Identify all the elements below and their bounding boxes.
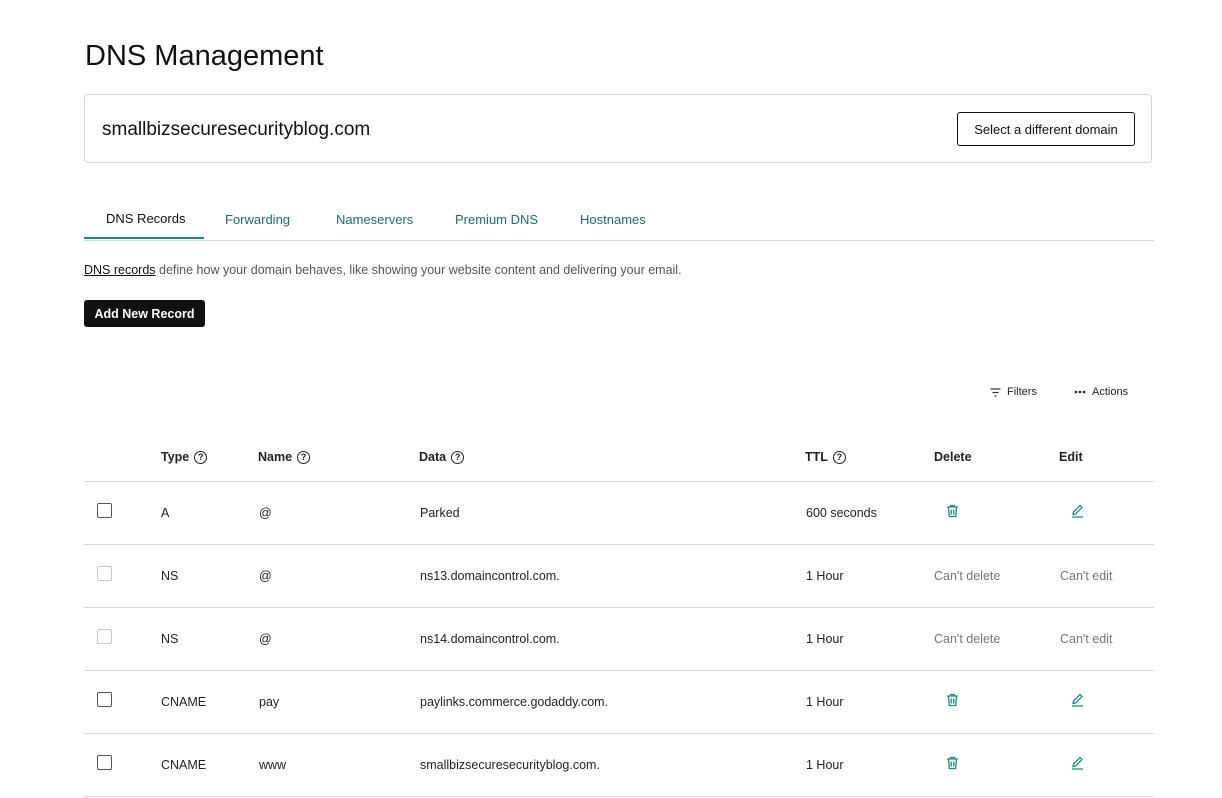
header-data: Data?	[419, 450, 465, 464]
delete-button[interactable]	[946, 693, 959, 712]
cant-delete-label: Can't delete	[934, 569, 1001, 583]
tab-dns-records[interactable]: DNS Records	[106, 211, 185, 226]
dns-description: DNS records define how your domain behav…	[84, 263, 682, 277]
row-checkbox-disabled	[97, 629, 112, 644]
record-ttl: 1 Hour	[806, 632, 844, 646]
record-ttl: 600 seconds	[806, 506, 877, 520]
delete-button[interactable]	[946, 504, 959, 523]
tab-bar: DNS Records Forwarding Nameservers Premi…	[84, 199, 1154, 241]
row-checkbox[interactable]	[97, 692, 112, 707]
pencil-icon	[1072, 693, 1083, 707]
actions-label: Actions	[1092, 386, 1129, 398]
tab-hostnames[interactable]: Hostnames	[580, 212, 646, 227]
more-horizontal-icon	[1074, 390, 1086, 394]
dns-records-table: Type? Name? Data? TTL? Delete Edit A @ P…	[84, 438, 1154, 797]
record-data: Parked	[420, 506, 460, 520]
row-checkbox-disabled	[97, 566, 112, 581]
active-tab-indicator	[84, 237, 204, 239]
row-checkbox[interactable]	[97, 755, 112, 770]
record-name: www	[259, 758, 287, 772]
header-ttl: TTL?	[805, 450, 846, 464]
record-name: @	[259, 506, 272, 520]
record-data: ns14.domaincontrol.com.	[420, 632, 560, 646]
cant-edit-label: Can't edit	[1060, 569, 1113, 583]
record-ttl: 1 Hour	[806, 695, 844, 709]
pencil-icon	[1072, 756, 1083, 770]
table-row: NS @ ns13.domaincontrol.com. 1 Hour Can'…	[84, 545, 1154, 608]
record-data: ns13.domaincontrol.com.	[420, 569, 560, 583]
filters-label: Filters	[1007, 386, 1037, 398]
page-title: DNS Management	[85, 40, 324, 72]
header-ttl-label: TTL	[805, 450, 828, 464]
edit-button[interactable]	[1071, 504, 1084, 523]
description-text: define how your domain behaves, like sho…	[155, 263, 682, 277]
record-type: NS	[161, 632, 179, 646]
row-checkbox[interactable]	[97, 503, 112, 518]
record-name: @	[259, 632, 272, 646]
filter-icon	[990, 387, 1001, 397]
tab-premium-dns[interactable]: Premium DNS	[455, 212, 538, 227]
trash-icon	[947, 504, 958, 518]
delete-button[interactable]	[946, 756, 959, 775]
record-data: paylinks.commerce.godaddy.com.	[420, 695, 609, 709]
add-new-record-button[interactable]: Add New Record	[84, 300, 205, 327]
domain-card: smallbizsecuresecurityblog.com Select a …	[84, 94, 1152, 163]
edit-button[interactable]	[1071, 693, 1084, 712]
header-name: Name?	[258, 450, 311, 464]
record-name: @	[259, 569, 272, 583]
actions-button[interactable]: Actions	[1074, 386, 1128, 398]
filters-button[interactable]: Filters	[990, 386, 1037, 398]
table-row: CNAME pay paylinks.commerce.godaddy.com.…	[84, 671, 1154, 734]
record-name: pay	[259, 695, 280, 709]
help-icon[interactable]: ?	[832, 450, 846, 464]
cant-delete-label: Can't delete	[934, 632, 1001, 646]
record-type: A	[161, 506, 170, 520]
table-row: A @ Parked 600 seconds	[84, 482, 1154, 545]
cant-edit-label: Can't edit	[1060, 632, 1113, 646]
header-data-label: Data	[419, 450, 447, 464]
tab-nameservers[interactable]: Nameservers	[336, 212, 413, 227]
record-type: CNAME	[161, 758, 207, 772]
record-data: smallbizsecuresecurityblog.com.	[420, 758, 600, 772]
header-name-label: Name	[258, 450, 293, 464]
edit-button[interactable]	[1071, 756, 1084, 775]
table-row: NS @ ns14.domaincontrol.com. 1 Hour Can'…	[84, 608, 1154, 671]
dns-records-link[interactable]: DNS records	[84, 263, 156, 277]
help-icon[interactable]: ?	[297, 450, 311, 464]
help-icon[interactable]: ?	[194, 450, 208, 464]
record-ttl: 1 Hour	[806, 758, 844, 772]
header-delete: Delete	[934, 450, 972, 464]
table-row: CNAME www smallbizsecuresecurityblog.com…	[84, 734, 1154, 797]
record-type: NS	[161, 569, 179, 583]
table-header: Type? Name? Data? TTL? Delete Edit	[84, 438, 1154, 482]
pencil-icon	[1072, 504, 1083, 518]
trash-icon	[947, 693, 958, 707]
header-type: Type?	[161, 450, 208, 464]
tab-forwarding[interactable]: Forwarding	[225, 212, 290, 227]
domain-name: smallbizsecuresecurityblog.com	[102, 119, 371, 140]
header-edit: Edit	[1059, 450, 1083, 464]
record-ttl: 1 Hour	[806, 569, 844, 583]
help-icon[interactable]: ?	[451, 450, 465, 464]
record-type: CNAME	[161, 695, 207, 709]
header-type-label: Type	[161, 450, 190, 464]
select-domain-button[interactable]: Select a different domain	[957, 112, 1135, 146]
trash-icon	[947, 756, 958, 770]
